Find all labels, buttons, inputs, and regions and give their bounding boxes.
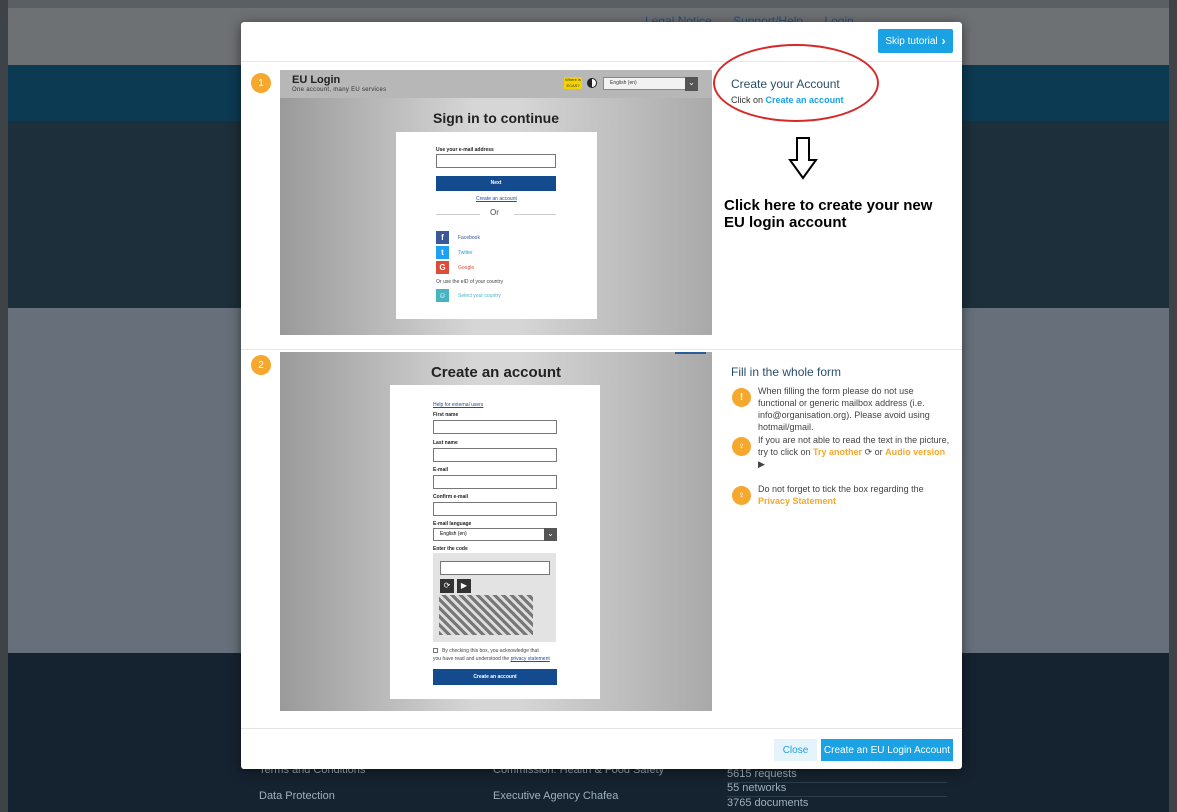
tutorial-modal: Skip tutorial › 1 EU Login One account, … xyxy=(241,22,962,769)
lightbulb-icon: ♀ xyxy=(732,437,751,456)
contrast-icon xyxy=(587,78,597,88)
language-select: English (en) xyxy=(603,77,697,90)
facebook-icon: f xyxy=(436,231,449,244)
step-2-title: Fill in the whole form xyxy=(731,365,842,379)
bg-edge-left xyxy=(0,0,8,812)
privacy-statement-link: privacy statement xyxy=(510,656,550,662)
create-eu-login-account-button[interactable]: Create an EU Login Account xyxy=(821,739,953,761)
email-label-2: E-mail xyxy=(433,467,449,473)
annotation-text: Click here to create your new EU login a… xyxy=(724,197,933,231)
captcha-area: ⟳ ▶ xyxy=(433,553,556,642)
eu-login-header: EU Login One account, many EU services W… xyxy=(280,70,712,98)
or-divider-left xyxy=(436,214,480,215)
sign-in-title: Sign in to continue xyxy=(433,110,559,126)
privacy-statement-text: Privacy Statement xyxy=(758,496,837,506)
captcha-image xyxy=(439,595,533,635)
confirm-email-field xyxy=(433,502,557,516)
google-label: Google xyxy=(458,265,475,271)
bg-footer-data-protection: Data Protection xyxy=(259,790,335,802)
skip-tutorial-button[interactable]: Skip tutorial › xyxy=(878,29,953,53)
sign-in-screenshot: EU Login One account, many EU services W… xyxy=(280,70,712,335)
consent-text-2: you have read and understood the privacy… xyxy=(433,656,550,662)
bg-footer-documents: 3765 documents xyxy=(727,797,809,809)
confirm-email-label: Confirm e-mail xyxy=(433,494,469,500)
play-icon: ▶ xyxy=(457,579,471,593)
bg-footer-chafea: Executive Agency Chafea xyxy=(493,790,619,802)
email-language-label: E-mail language xyxy=(433,521,472,527)
facebook-label: Facebook xyxy=(458,235,480,241)
consent-text-1: By checking this box, you acknowledge th… xyxy=(442,648,539,654)
modal-footer: Close Create an EU Login Account xyxy=(241,728,962,769)
step-1-badge: 1 xyxy=(251,73,271,93)
email-field-2 xyxy=(433,475,557,489)
create-account-link: Create an account xyxy=(476,196,517,202)
bg-footer-requests: 5615 requests xyxy=(727,768,947,783)
chevron-down-icon: ⌄ xyxy=(685,77,698,91)
chevron-down-icon: ⌄ xyxy=(544,528,557,541)
eu-login-brand: EU Login xyxy=(292,74,341,86)
step-2-badge: 2 xyxy=(251,355,271,375)
skip-tutorial-label: Skip tutorial xyxy=(885,35,938,47)
email-field xyxy=(436,154,556,168)
bg-edge-right xyxy=(1169,0,1177,812)
last-name-label: Last name xyxy=(433,440,458,446)
email-language-select: English (en) xyxy=(433,528,545,541)
arrow-down-icon xyxy=(788,137,818,180)
create-account-screenshot: Create an account Help for external user… xyxy=(280,352,712,711)
email-label: Use your e-mail address xyxy=(436,147,494,153)
ecas-badge: Where is ECAS? xyxy=(564,77,582,89)
sign-in-card: Use your e-mail address Next Create an a… xyxy=(396,132,597,319)
help-external-link: Help for external users xyxy=(433,402,484,408)
bg-footer-networks: 55 networks xyxy=(727,782,947,797)
tab-indicator xyxy=(675,352,706,354)
close-button[interactable]: Close xyxy=(774,739,817,761)
lightbulb-icon: ♀ xyxy=(732,486,751,505)
or-label: Or xyxy=(490,208,499,217)
or-divider-right xyxy=(514,214,556,215)
consent-text-2-prefix: you have read and understood the xyxy=(433,656,510,662)
tip-captcha: If you are not able to read the text in … xyxy=(758,434,954,470)
tip-no-generic-mail: When filling the form please do not use … xyxy=(758,386,930,432)
warning-icon: ! xyxy=(732,388,751,407)
step-1: 1 EU Login One account, many EU services… xyxy=(241,44,962,350)
privacy-checkbox xyxy=(433,648,438,653)
audio-version-link: Audio version xyxy=(885,447,946,457)
tip-captcha-or: or xyxy=(874,447,883,457)
tip-privacy-prefix: Do not forget to tick the box regarding … xyxy=(758,484,924,494)
eu-login-tagline: One account, many EU services xyxy=(292,87,387,93)
first-name-label: First name xyxy=(433,412,459,418)
create-account-instruction-link: Create an account xyxy=(765,95,844,105)
create-account-title: Create an account xyxy=(430,364,562,381)
next-button: Next xyxy=(436,176,556,191)
tip-privacy: Do not forget to tick the box regarding … xyxy=(758,483,954,507)
step-2: 2 Create an account Help for external us… xyxy=(241,351,962,723)
try-another-link: Try another xyxy=(813,447,863,457)
captcha-input xyxy=(440,561,550,575)
select-country-label: Select your country xyxy=(458,293,501,299)
create-account-submit: Create an account xyxy=(433,669,557,685)
first-name-field xyxy=(433,420,557,434)
chevron-right-icon: › xyxy=(941,34,946,48)
last-name-field xyxy=(433,448,557,462)
step-1-instruction: Click on Create an account xyxy=(731,95,844,105)
eid-text: Or use the eID of your country xyxy=(436,279,503,285)
enter-code-label: Enter the code xyxy=(433,546,468,552)
refresh-icon: ⟳ xyxy=(440,579,454,593)
person-icon: ☺ xyxy=(436,289,449,302)
instruction-prefix: Click on xyxy=(731,95,764,105)
step-1-title: Create your Account xyxy=(731,77,840,91)
refresh-icon: ⟳ xyxy=(864,447,873,457)
create-account-card: Help for external users First name Last … xyxy=(390,385,600,699)
twitter-label: Twitter xyxy=(458,250,473,256)
twitter-icon: t xyxy=(436,246,449,259)
google-icon: G xyxy=(436,261,449,274)
play-icon: ▶ xyxy=(758,459,765,469)
